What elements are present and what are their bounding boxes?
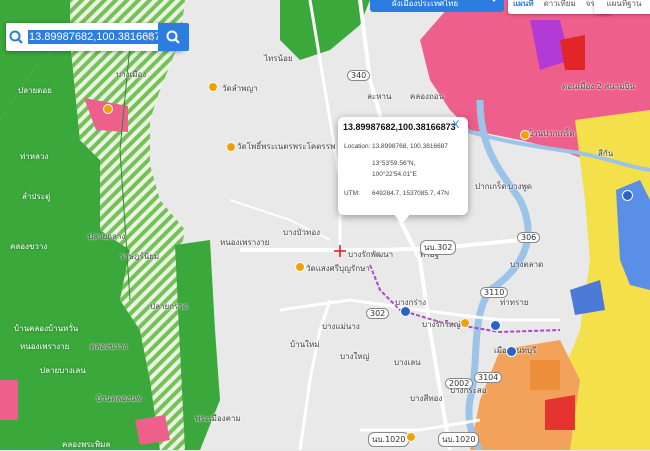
coordinate-popup: 13.89987682,100.38166873 X Location: 13.… — [338, 117, 468, 215]
tab-map[interactable]: แผนที่ — [508, 0, 539, 14]
label-bangrakyai: บางรักใหญ่ — [422, 320, 461, 329]
label-west2: ท่าหลวง — [20, 152, 49, 161]
poi-dot-icon[interactable] — [208, 82, 218, 92]
utm-label: UTM: — [344, 190, 360, 197]
label-bangsithong: บางสีทอง — [410, 394, 443, 403]
label-thasai2: ท่าทราย — [500, 298, 529, 307]
road-shield-302b: นบ.302 — [420, 240, 457, 255]
popup-tail — [393, 213, 411, 224]
label-east1: ดอนเมือง 2 สนามบิน — [562, 82, 636, 91]
label-bangtalat: บางตลาด — [510, 260, 544, 269]
crosshair-marker-icon — [334, 245, 346, 257]
label-bangmueang: บางเมือง — [116, 70, 147, 79]
metro-station-icon[interactable] — [622, 190, 633, 201]
label-west5: คลองขวาง — [10, 242, 48, 251]
label-bangrakphatthana: บางรักพัฒนา — [348, 250, 394, 259]
road-shield-340: 340 — [347, 70, 371, 81]
utm-value: 649284.7, 1537085.7, 47N — [372, 190, 449, 197]
label-west6: ราษฎร์นิยม — [120, 252, 160, 261]
label-bottom1: ปลายกรวด — [150, 302, 188, 311]
search-button[interactable] — [158, 23, 189, 51]
label-sainoi: ไทรน้อย — [264, 54, 293, 63]
location-value: 13.8998768, 100.3816687 — [372, 143, 448, 150]
metro-station-icon[interactable] — [506, 346, 517, 357]
metro-station-icon[interactable] — [400, 306, 411, 317]
tab-satellite[interactable]: ดาวเทียม — [539, 0, 581, 14]
poi-dot-icon[interactable] — [226, 142, 236, 152]
label-west10: ปลายบางเลน — [40, 366, 86, 375]
label-sikan: สีกัน — [598, 149, 614, 158]
road-shield-302: 302 — [366, 308, 390, 319]
metro-station-icon[interactable] — [490, 320, 501, 331]
label-bangkruai: บางกร่าง — [395, 298, 427, 307]
label-bangbuathong: บางบัวทอง — [283, 228, 321, 237]
popup-title: 13.89987682,100.38166873 — [343, 122, 456, 132]
poi-dot-icon[interactable] — [460, 318, 470, 328]
label-watsalaeng: วัดแสงศรีบุญรักษา — [306, 264, 370, 273]
label-banmai: บ้านใหม่ — [290, 340, 320, 349]
search-icon — [166, 30, 180, 44]
label-nonthaburi: หนองเพรางาย — [220, 238, 270, 247]
layer-select[interactable]: ผังเมืองประเทศไทย — [370, 0, 504, 12]
label-bottom2: พระเมืองคาม — [195, 414, 241, 423]
basemap-button[interactable]: แผนที่ฐาน — [594, 0, 650, 14]
layer-select-label: ผังเมืองประเทศไทย — [392, 0, 459, 8]
label-bangmaenang: บางแม่นาง — [322, 322, 360, 331]
road-shield-3104: 3104 — [474, 372, 503, 383]
label-bangkrasor: บางกระสอ — [450, 386, 487, 395]
label-west9: คลองขวาง — [90, 342, 128, 351]
search-bar: 13.89987682,100.38166873 ✕ — [6, 23, 189, 51]
label-west11: บ้านคลองนพ — [96, 394, 141, 403]
label-east2: บ้านปากเกร็ด — [528, 129, 575, 138]
label-west4: ปลายกลาง — [88, 232, 126, 241]
label-khlongthon: คลองถอน — [410, 92, 445, 101]
poi-dot-icon[interactable] — [520, 130, 530, 140]
label-west12: คลองพระพิมล — [62, 440, 111, 449]
chevron-down-icon — [490, 0, 498, 2]
dms-longitude: 100°22'54.01"E — [372, 171, 417, 178]
map-canvas[interactable] — [0, 0, 650, 450]
road-shield-1020b: นบ.1020 — [438, 432, 480, 447]
label-west7: บ้านคลองบ้านหวั่น — [14, 324, 79, 333]
label-pakkret: ปากเกร็ด — [475, 182, 507, 191]
label-bangphut: บางพูด — [508, 182, 532, 191]
dms-latitude: 13°53'59.56"N, — [372, 160, 416, 167]
close-icon[interactable]: X — [452, 119, 459, 131]
road-shield-1020: นบ.1020 — [368, 432, 410, 447]
label-lahan: ละหาน — [367, 92, 392, 101]
road-shield-306: 306 — [517, 232, 541, 243]
label-watlamphaya: วัดลำพญา — [222, 84, 258, 93]
search-icon — [9, 30, 23, 44]
label-west1: ปลายดอย — [18, 86, 52, 95]
poi-dot-icon[interactable] — [295, 262, 305, 272]
label-west8: หนองเพรางาย — [20, 342, 70, 351]
label-bangnoi: บางเลน — [394, 358, 421, 367]
location-label: Location: — [344, 143, 371, 150]
poi-dot-icon[interactable] — [406, 432, 416, 442]
label-west3: ลำประดู่ — [22, 192, 51, 201]
poi-dot-icon[interactable] — [103, 104, 113, 114]
clear-search-button[interactable]: ✕ — [142, 27, 156, 47]
label-bangyai: บางใหญ่ — [340, 352, 370, 361]
